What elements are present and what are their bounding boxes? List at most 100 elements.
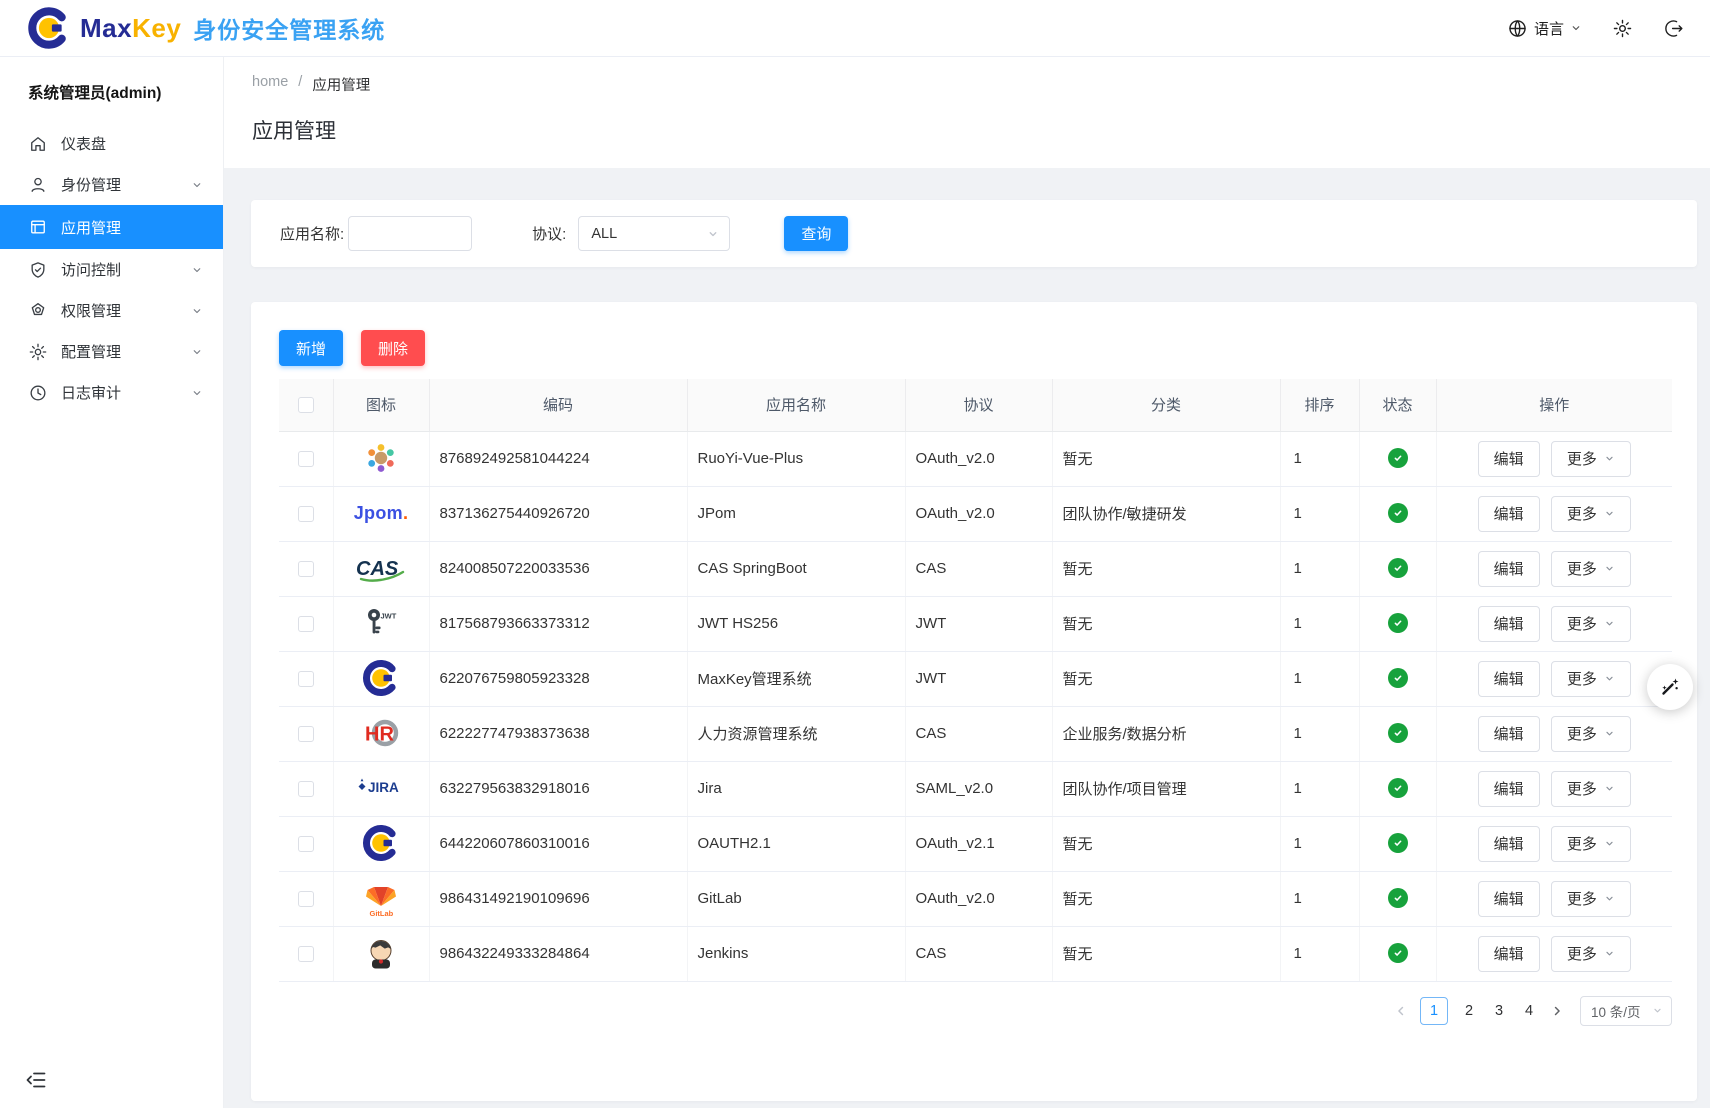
page-size-select[interactable]: 10 条/页 (1580, 996, 1672, 1026)
row-checkbox[interactable] (298, 451, 314, 467)
cell-actions: 编辑 更多 (1436, 596, 1672, 651)
pagination-page-1[interactable]: 1 (1420, 997, 1448, 1025)
pagination-next-icon[interactable] (1550, 1004, 1564, 1018)
sidebar-collapse-icon[interactable] (24, 1068, 48, 1092)
more-button[interactable]: 更多 (1551, 441, 1631, 477)
cell-protocol: OAuth_v2.1 (905, 816, 1052, 871)
cell-icon: Jpom. (333, 486, 429, 541)
brand-subtitle: 身份安全管理系统 (193, 11, 385, 45)
sidebar-item-4[interactable]: 权限管理 (0, 290, 223, 331)
column-header: 操作 (1436, 379, 1672, 431)
more-button[interactable]: 更多 (1551, 826, 1631, 862)
select-all-checkbox[interactable] (298, 397, 314, 413)
cell-icon: HR (333, 706, 429, 761)
table-card: 新增 删除 图标编码应用名称协议分类排序状态操作 876892492581044… (251, 302, 1697, 1101)
sidebar-item-2[interactable]: 应用管理 (0, 205, 223, 249)
language-switcher[interactable]: 语言 (1507, 18, 1582, 39)
more-button[interactable]: 更多 (1551, 551, 1631, 587)
chevron-down-icon (1570, 22, 1582, 34)
app-icon-maxkey (351, 655, 411, 701)
more-button[interactable]: 更多 (1551, 936, 1631, 972)
search-button[interactable]: 查询 (784, 216, 848, 251)
cell-icon: JWT (333, 596, 429, 651)
more-button[interactable]: 更多 (1551, 661, 1631, 697)
row-select-cell (279, 596, 333, 651)
edit-button[interactable]: 编辑 (1478, 606, 1540, 642)
edit-button[interactable]: 编辑 (1478, 716, 1540, 752)
sidebar-item-0[interactable]: 仪表盘 (0, 123, 223, 164)
cell-status (1359, 486, 1436, 541)
row-checkbox[interactable] (298, 946, 314, 962)
edit-button[interactable]: 编辑 (1478, 771, 1540, 807)
chevron-down-icon (191, 387, 203, 399)
chevron-down-icon (191, 305, 203, 317)
cell-actions: 编辑 更多 (1436, 761, 1672, 816)
cell-icon: JIRA (333, 761, 429, 816)
app-name-input[interactable] (348, 216, 472, 251)
cell-protocol: JWT (905, 596, 1052, 651)
cell-code: 986431492190109696 (429, 871, 687, 926)
cell-actions: 编辑 更多 (1436, 651, 1672, 706)
more-button[interactable]: 更多 (1551, 606, 1631, 642)
logout-icon[interactable] (1663, 18, 1684, 39)
chevron-down-icon (1652, 1005, 1663, 1016)
status-enabled-icon (1388, 943, 1408, 963)
cell-status (1359, 541, 1436, 596)
cell-actions: 编辑 更多 (1436, 706, 1672, 761)
sidebar-item-6[interactable]: 日志审计 (0, 372, 223, 413)
row-checkbox[interactable] (298, 781, 314, 797)
settings-gear-icon[interactable] (1612, 18, 1633, 39)
delete-button[interactable]: 删除 (361, 330, 425, 366)
cell-actions: 编辑 更多 (1436, 486, 1672, 541)
magic-wand-icon (1658, 675, 1682, 699)
protocol-select[interactable]: ALL (578, 216, 730, 251)
more-button[interactable]: 更多 (1551, 716, 1631, 752)
cell-sort: 1 (1280, 871, 1359, 926)
breadcrumb-home[interactable]: home (252, 74, 288, 95)
row-checkbox[interactable] (298, 726, 314, 742)
medal-icon (28, 301, 48, 321)
row-checkbox[interactable] (298, 836, 314, 852)
cell-category: 暂无 (1052, 816, 1280, 871)
cell-protocol: OAuth_v2.0 (905, 871, 1052, 926)
pagination-page-2[interactable]: 2 (1460, 1003, 1478, 1019)
add-button[interactable]: 新增 (279, 330, 343, 366)
cell-category: 暂无 (1052, 651, 1280, 706)
cell-app-name: CAS SpringBoot (687, 541, 905, 596)
cell-sort: 1 (1280, 761, 1359, 816)
chevron-down-icon (191, 179, 203, 191)
edit-button[interactable]: 编辑 (1478, 441, 1540, 477)
cell-sort: 1 (1280, 926, 1359, 981)
more-button[interactable]: 更多 (1551, 771, 1631, 807)
sidebar-item-1[interactable]: 身份管理 (0, 164, 223, 205)
column-header: 图标 (333, 379, 429, 431)
sidebar-item-5[interactable]: 配置管理 (0, 331, 223, 372)
pagination-page-3[interactable]: 3 (1490, 1003, 1508, 1019)
status-enabled-icon (1388, 613, 1408, 633)
row-checkbox[interactable] (298, 616, 314, 632)
more-button[interactable]: 更多 (1551, 881, 1631, 917)
column-header: 编码 (429, 379, 687, 431)
edit-button[interactable]: 编辑 (1478, 496, 1540, 532)
row-checkbox[interactable] (298, 506, 314, 522)
edit-button[interactable]: 编辑 (1478, 881, 1540, 917)
edit-button[interactable]: 编辑 (1478, 936, 1540, 972)
sidebar-item-3[interactable]: 访问控制 (0, 249, 223, 290)
row-checkbox[interactable] (298, 561, 314, 577)
theme-helper-fab[interactable] (1647, 664, 1693, 710)
pagination-page-4[interactable]: 4 (1520, 1003, 1538, 1019)
edit-button[interactable]: 编辑 (1478, 826, 1540, 862)
edit-button[interactable]: 编辑 (1478, 661, 1540, 697)
column-header: 分类 (1052, 379, 1280, 431)
cell-category: 团队协作/敏捷研发 (1052, 486, 1280, 541)
row-checkbox[interactable] (298, 891, 314, 907)
row-checkbox[interactable] (298, 671, 314, 687)
protocol-select-value: ALL (591, 226, 617, 242)
cell-sort: 1 (1280, 431, 1359, 486)
pagination-prev-icon[interactable] (1394, 1004, 1408, 1018)
edit-button[interactable]: 编辑 (1478, 551, 1540, 587)
chevron-down-icon (1604, 728, 1615, 739)
cell-status (1359, 596, 1436, 651)
more-button[interactable]: 更多 (1551, 496, 1631, 532)
pagination: 1234 10 条/页 (279, 996, 1672, 1026)
